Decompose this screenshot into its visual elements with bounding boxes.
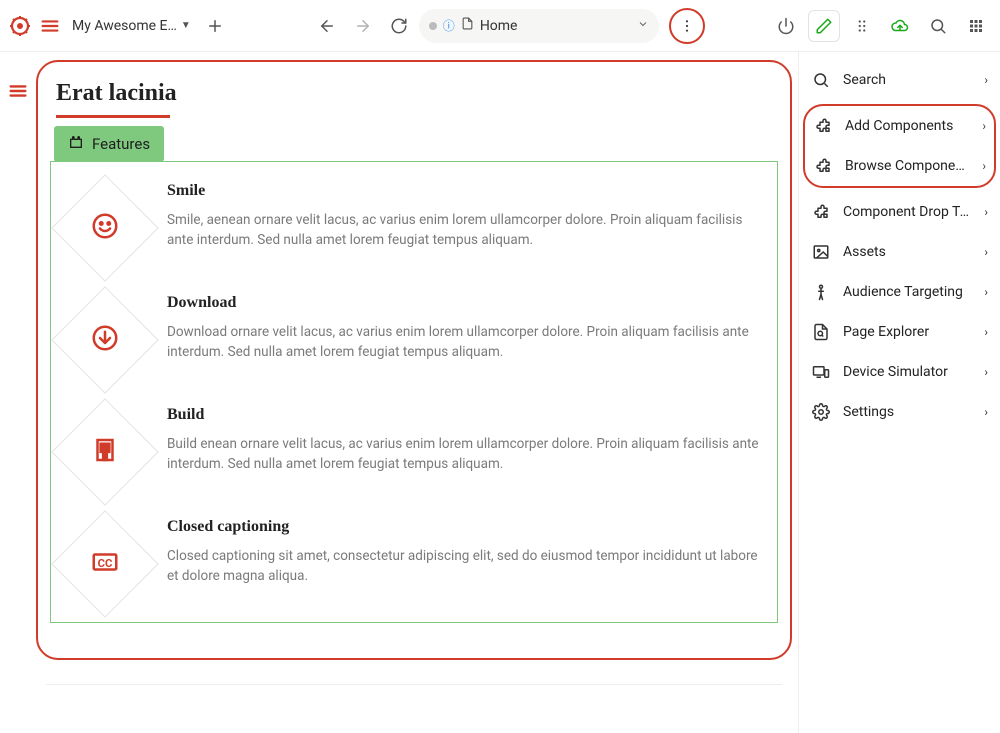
panel-item-add-components[interactable]: Add Components ›	[805, 106, 994, 146]
panel-item-label: Page Explorer	[843, 324, 972, 340]
panel-item-label: Browse Components	[845, 158, 970, 174]
reload-button[interactable]	[383, 10, 415, 42]
app-logo	[8, 14, 32, 38]
feature-desc: Smile, aenean ornare velit lacus, ac var…	[167, 210, 761, 251]
apps-grid-button[interactable]	[960, 10, 992, 42]
feature-row: Download Download ornare velit lacus, ac…	[55, 280, 773, 392]
feature-title: Build	[167, 406, 761, 424]
feature-row: CC Closed captioning Closed captioning s…	[55, 504, 773, 616]
add-button[interactable]	[199, 10, 231, 42]
gear-icon	[811, 402, 831, 422]
feature-title: Smile	[167, 182, 761, 200]
power-button[interactable]	[770, 10, 802, 42]
panel-item-search[interactable]: Search ›	[803, 60, 996, 100]
svg-text:CC: CC	[98, 557, 113, 570]
nav-forward-button[interactable]	[347, 10, 379, 42]
address-bar[interactable]: ⓘ Home	[419, 9, 659, 43]
feature-desc: Download ornare velit lacus, ac varius e…	[167, 322, 761, 363]
search-icon	[811, 70, 831, 90]
panel-item-browse-components[interactable]: Browse Components ›	[805, 146, 994, 186]
panel-item-label: Audience Targeting	[843, 284, 972, 300]
feature-icon-frame	[51, 174, 158, 281]
canvas-menu-icon[interactable]	[7, 80, 29, 733]
info-icon: ⓘ	[443, 17, 455, 34]
extension-icon	[813, 156, 833, 176]
title-underline	[56, 115, 170, 118]
feature-icon-frame	[51, 286, 158, 393]
feature-title: Download	[167, 294, 761, 312]
chevron-right-icon: ›	[984, 325, 988, 339]
feature-row: Smile Smile, aenean ornare velit lacus, …	[55, 168, 773, 280]
right-panel: Search › Add Components › Browse Compone…	[798, 52, 1000, 733]
project-name: My Awesome E…	[72, 18, 177, 34]
search-button[interactable]	[922, 10, 954, 42]
project-selector[interactable]: My Awesome E… ▼	[68, 18, 195, 34]
panel-item-label: Settings	[843, 404, 972, 420]
chevron-right-icon: ›	[984, 245, 988, 259]
cloud-upload-button[interactable]	[884, 10, 916, 42]
chevron-right-icon: ›	[984, 365, 988, 379]
feature-desc: Build enean ornare velit lacus, ac variu…	[167, 434, 761, 475]
feature-row: Build Build enean ornare velit lacus, ac…	[55, 392, 773, 504]
panel-item-drop-target[interactable]: Component Drop Ta… ›	[803, 192, 996, 232]
chevron-down-icon	[637, 18, 649, 34]
panel-item-label: Search	[843, 72, 972, 88]
features-chip-label: Features	[92, 135, 150, 153]
chevron-right-icon: ›	[982, 119, 986, 133]
download-icon	[90, 323, 120, 357]
divider	[46, 684, 782, 685]
chevron-right-icon: ›	[984, 285, 988, 299]
edit-mode-button[interactable]	[808, 10, 840, 42]
building-icon	[90, 435, 120, 469]
panel-item-label: Add Components	[845, 118, 970, 134]
panel-item-label: Component Drop Ta…	[843, 204, 972, 220]
page-title: Erat lacinia	[50, 80, 778, 115]
panel-item-label: Device Simulator	[843, 364, 972, 380]
puzzle-icon	[68, 134, 84, 154]
address-page-name: Home	[480, 18, 631, 34]
extension-icon	[811, 202, 831, 222]
top-toolbar: My Awesome E… ▼ ⓘ Home	[0, 0, 1000, 52]
feature-icon-frame: CC	[51, 510, 158, 617]
status-dot-icon	[429, 22, 437, 30]
panel-item-audience[interactable]: Audience Targeting ›	[803, 272, 996, 312]
chevron-right-icon: ›	[984, 73, 988, 87]
page-icon	[461, 17, 474, 34]
feature-title: Closed captioning	[167, 518, 761, 536]
panel-item-label: Assets	[843, 244, 972, 260]
chevron-right-icon: ›	[984, 405, 988, 419]
panel-highlighted-group: Add Components › Browse Components ›	[803, 104, 996, 188]
main-menu-icon[interactable]	[36, 12, 64, 40]
image-icon	[811, 242, 831, 262]
file-search-icon	[811, 322, 831, 342]
features-panel: Smile Smile, aenean ornare velit lacus, …	[50, 161, 778, 623]
smile-icon	[90, 211, 120, 245]
panel-item-page-explorer[interactable]: Page Explorer ›	[803, 312, 996, 352]
feature-icon-frame	[51, 398, 158, 505]
panel-item-assets[interactable]: Assets ›	[803, 232, 996, 272]
nav-back-button[interactable]	[311, 10, 343, 42]
more-options-button[interactable]	[669, 8, 705, 44]
panel-item-settings[interactable]: Settings ›	[803, 392, 996, 432]
features-component-chip[interactable]: Features	[54, 126, 164, 162]
chevron-right-icon: ›	[984, 205, 988, 219]
extension-icon	[813, 116, 833, 136]
caret-down-icon: ▼	[181, 20, 191, 31]
panel-item-device-simulator[interactable]: Device Simulator ›	[803, 352, 996, 392]
chevron-right-icon: ›	[982, 159, 986, 173]
drag-handle-icon[interactable]	[846, 10, 878, 42]
feature-desc: Closed captioning sit amet, consectetur …	[167, 546, 761, 587]
person-icon	[811, 282, 831, 302]
editor-canvas: Erat lacinia Features Smile	[36, 60, 792, 660]
left-gutter	[0, 52, 36, 733]
devices-icon	[811, 362, 831, 382]
closed-captioning-icon: CC	[90, 547, 120, 581]
